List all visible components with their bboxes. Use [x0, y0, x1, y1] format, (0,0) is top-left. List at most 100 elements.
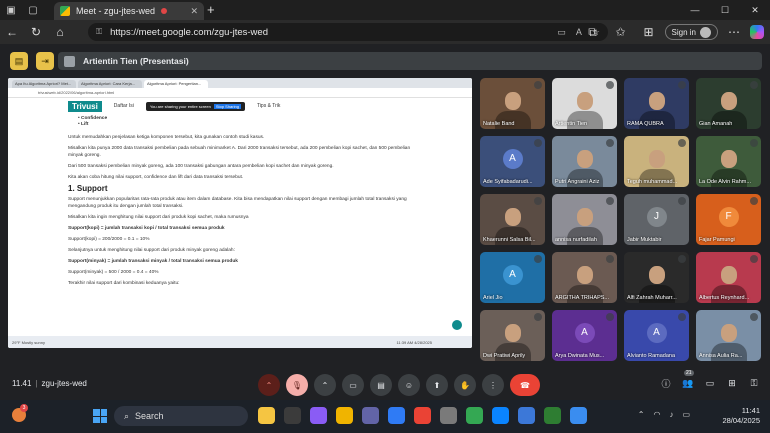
participant-name: Natalie Band — [483, 121, 515, 127]
close-tab-icon[interactable]: ✕ — [190, 6, 198, 17]
participant-tile[interactable]: Artientin Tien — [552, 78, 617, 129]
maximize-icon[interactable]: ☐ — [710, 0, 740, 20]
participant-tile[interactable]: La Ode Alvin Rahm... — [696, 136, 761, 187]
participant-tile[interactable]: RAMA QUBRA — [624, 78, 689, 129]
audio-options-button[interactable]: ⌃ — [258, 374, 280, 396]
taskbar-app-icon[interactable] — [466, 407, 483, 424]
taskbar-app-icon[interactable] — [336, 407, 353, 424]
shared-url: trivusiweb.id/2022/06/algoritma-apriori.… — [8, 88, 472, 98]
taskbar-app-icon[interactable] — [570, 407, 587, 424]
signin-label: Sign in — [671, 27, 696, 37]
system-tray: ⌃ ◠ ♪ ▭ — [638, 410, 690, 419]
host-controls-icon[interactable]: ⚿ — [748, 376, 760, 390]
screen-sharing-notice: You are sharing your entire screen Stop S… — [145, 101, 245, 111]
article-body: • Confidence • Lift Untuk memudahkan pen… — [8, 114, 472, 287]
taskbar-app-icon[interactable] — [310, 407, 327, 424]
fullscreen-presentation-icon[interactable]: ⇥ — [36, 52, 54, 70]
participant-name: ARGITHA TRIHAPS... — [555, 295, 609, 301]
camera-options-button[interactable]: ⌃ — [314, 374, 336, 396]
participant-tile[interactable]: Alfi Zahrah Muharr... — [624, 252, 689, 303]
taskbar-clock[interactable]: 11:41 28/04/2025 — [722, 406, 760, 426]
windows-start-icon[interactable] — [93, 409, 107, 423]
participant-face — [504, 208, 521, 226]
shared-taskbar: 29°F Mostly sunny 11:39 AM 4/28/2025 — [8, 336, 472, 348]
participant-avatar: J — [646, 206, 667, 227]
participant-tile[interactable]: Putri Angraini Aziz — [552, 136, 617, 187]
taskbar-app-icon[interactable] — [388, 407, 405, 424]
participant-tile[interactable]: Albertus Reynhard... — [696, 252, 761, 303]
participant-tile[interactable]: Gian Amanah — [696, 78, 761, 129]
camera-permission-icon[interactable]: ▭ — [557, 27, 566, 38]
captions-button[interactable]: ▤ — [370, 374, 392, 396]
taskbar-app-icon[interactable] — [284, 407, 301, 424]
mic-muted-icon — [606, 139, 614, 147]
participant-tile[interactable]: J Jabir Muktabir — [624, 194, 689, 245]
battery-icon[interactable]: ▭ — [682, 410, 690, 419]
tab-actions-icon[interactable]: ▢ — [22, 0, 44, 20]
meeting-details-icon[interactable]: ⓘ — [660, 376, 672, 390]
participant-tile[interactable]: A Arya Dwinata Mus... — [552, 310, 617, 361]
refresh-icon[interactable]: ↻ — [24, 20, 48, 44]
favorites-icon[interactable]: ✩ — [609, 20, 633, 44]
extensions-icon[interactable]: ⧉ — [581, 20, 605, 44]
meeting-code: zgu-jtes-wed — [41, 379, 87, 388]
participant-tile[interactable]: F Fajar Pamungi — [696, 194, 761, 245]
taskbar-app-icon[interactable] — [544, 407, 561, 424]
minimize-icon[interactable]: — — [680, 0, 710, 20]
back-icon[interactable]: ← — [0, 20, 24, 44]
avatar-icon — [700, 26, 711, 38]
participant-tile[interactable]: A Alvianto Ramadana — [624, 310, 689, 361]
site-info-icon[interactable]: ⚿ — [96, 27, 102, 37]
raise-hand-button[interactable]: ✋ — [454, 374, 476, 396]
paragraph: Support menunjukkan popularitas rata-rat… — [68, 197, 407, 209]
taskbar-app-icon[interactable] — [492, 407, 509, 424]
mic-muted-icon — [606, 255, 614, 263]
new-tab-icon[interactable]: + — [207, 2, 215, 17]
collections-icon[interactable]: ⊞ — [637, 20, 661, 44]
shared-screen: Apa Itu Algoritma Apriori? Met... Algori… — [8, 78, 472, 348]
home-icon[interactable]: ⌂ — [48, 20, 72, 44]
participant-name: Alfi Zahrah Muharr... — [627, 295, 677, 301]
copilot-icon[interactable] — [750, 25, 764, 39]
participant-tile[interactable]: Annisa Aulia Ra... — [696, 310, 761, 361]
participant-tile[interactable]: Dwi Pratiwi Aprily — [480, 310, 545, 361]
participant-tile[interactable]: annisa nurfadilah — [552, 194, 617, 245]
mic-muted-icon — [534, 81, 542, 89]
taskbar-app-icon[interactable] — [258, 407, 275, 424]
taskbar-app-icon[interactable] — [440, 407, 457, 424]
reactions-button[interactable]: ☺ — [398, 374, 420, 396]
participant-tile[interactable]: ARGITHA TRIHAPS... — [552, 252, 617, 303]
address-toolbar: ← ↻ ⌂ ⚿ https://meet.google.com/zgu-jtes… — [0, 20, 770, 44]
participant-tile[interactable]: Khaerunni Salsa Bil... — [480, 194, 545, 245]
more-options-button[interactable]: ⋮ — [482, 374, 504, 396]
chat-icon[interactable]: ▭ — [704, 376, 716, 390]
taskbar-app-icon[interactable] — [362, 407, 379, 424]
leave-call-button[interactable]: ☎ — [510, 374, 540, 396]
shared-tab-strip: Apa Itu Algoritma Apriori? Met... Algori… — [8, 78, 472, 88]
url-bar[interactable]: ⚿ https://meet.google.com/zgu-jtes-wed ▭… — [88, 23, 608, 41]
more-menu-icon[interactable]: ⋯ — [722, 20, 746, 44]
tray-chevron-icon[interactable]: ⌃ — [638, 410, 645, 419]
profile-icon[interactable]: ▣ — [0, 0, 22, 20]
camera-button[interactable]: ▭ — [342, 374, 364, 396]
participant-tile[interactable]: A Ariel Jio — [480, 252, 545, 303]
mic-off-button[interactable]: 🎙 — [286, 374, 308, 396]
mic-muted-icon — [534, 197, 542, 205]
paragraph: Dari 500 transaksi pembelian minyak gore… — [68, 164, 334, 169]
close-window-icon[interactable]: ✕ — [740, 0, 770, 20]
wifi-icon[interactable]: ◠ — [653, 410, 660, 419]
participant-tile[interactable]: A Ade Syifabadarudi... — [480, 136, 545, 187]
pin-presentation-icon[interactable]: ▤ — [10, 52, 28, 70]
taskbar-app-icon[interactable] — [518, 407, 535, 424]
taskbar-app-icon[interactable] — [414, 407, 431, 424]
tab-meet[interactable]: Meet - zgu-jtes-wed ✕ — [54, 2, 204, 20]
participant-tile[interactable]: Teguh muhammad... — [624, 136, 689, 187]
volume-icon[interactable]: ♪ — [669, 410, 673, 419]
present-button[interactable]: ⬆ — [426, 374, 448, 396]
signin-button[interactable]: Sign in — [664, 24, 718, 40]
people-icon[interactable]: 👥 21 — [682, 370, 694, 390]
taskbar-search[interactable]: ⌕ Search — [114, 406, 248, 426]
activities-icon[interactable]: ⊞ — [726, 376, 738, 390]
meet-favicon-icon — [60, 6, 70, 16]
participant-tile[interactable]: Natalie Band — [480, 78, 545, 129]
